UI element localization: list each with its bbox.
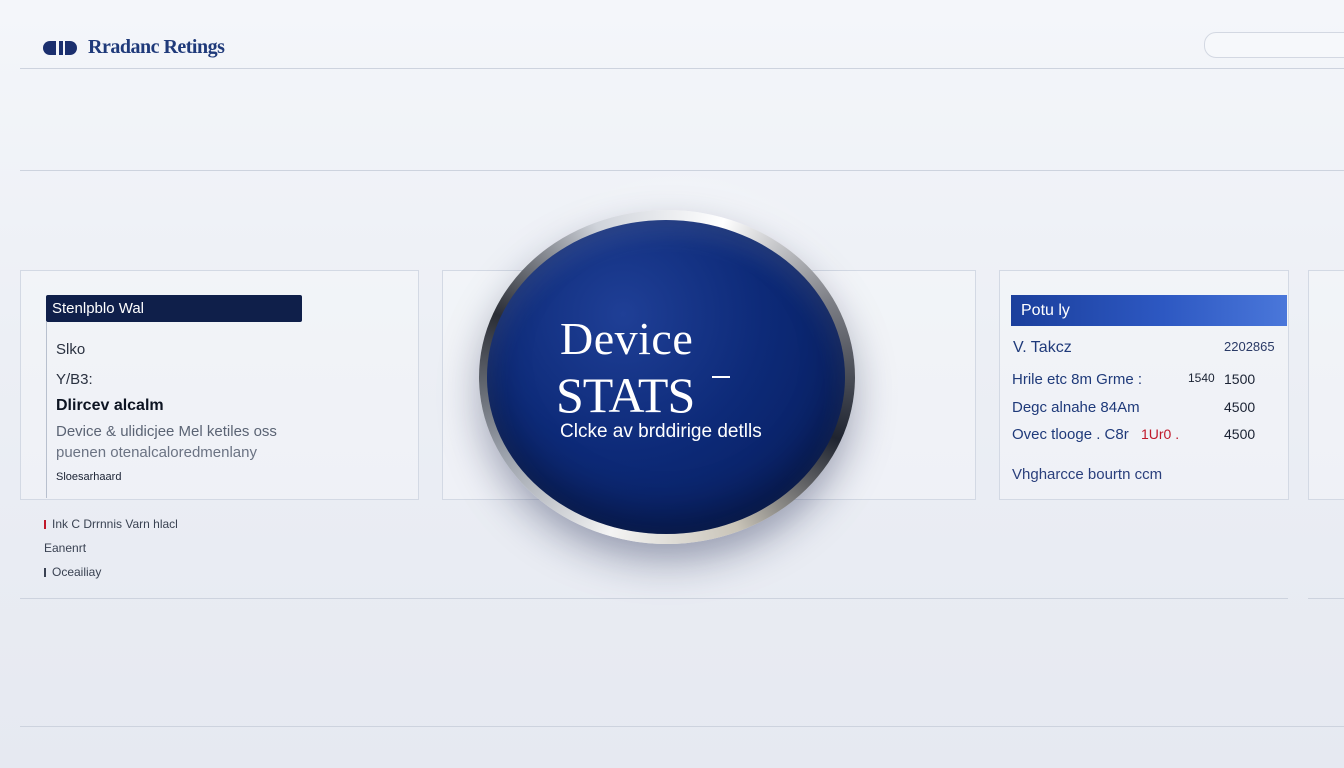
dash-mark xyxy=(712,376,730,378)
left-line-2: Y/B3: xyxy=(56,371,93,388)
stat-row-value: 4500 xyxy=(1224,399,1256,415)
stat-row-extra: 1540 xyxy=(1188,371,1215,385)
content-divider-right xyxy=(1308,598,1344,599)
stat-row-value: 4500 xyxy=(1224,426,1256,442)
right-panel-title: Potu ly xyxy=(1011,295,1287,326)
stat-row-label: Degc alnahe 84Am xyxy=(1012,399,1140,416)
marker-icon xyxy=(44,519,46,529)
stat-row-label: Hrile etc 8m Grme : xyxy=(1012,371,1143,388)
footer-divider xyxy=(20,726,1344,727)
brand[interactable]: Rradanc Retings xyxy=(42,36,225,59)
left-panel-rule xyxy=(46,322,47,498)
bottom-link-2[interactable]: Eanenrt xyxy=(44,541,86,555)
brand-name: Rradanc Retings xyxy=(88,36,225,58)
bottom-link-label: Ink C Drrnnis Varn hlacl xyxy=(52,517,178,531)
device-stats-subtitle: Clcke av brddirige detlls xyxy=(560,421,762,442)
stat-row-alert: 1Ur0 . xyxy=(1141,426,1180,442)
device-stats-title-2: STATS xyxy=(556,367,695,423)
left-panel-title: Stenlpblo Wal xyxy=(46,295,302,322)
bottom-link-3[interactable]: Oceailiay xyxy=(44,565,101,579)
marker-icon xyxy=(44,567,46,577)
edge-card xyxy=(1308,270,1344,500)
left-line-description: Device & ulidicjee Mel ketiles oss xyxy=(56,423,277,440)
brand-logo-icon xyxy=(43,40,77,55)
right-panel-footer-link[interactable]: Vhgharcce bourtn ccm xyxy=(1012,466,1162,483)
left-line-heading: Dlircev alcalm xyxy=(56,397,164,414)
right-header-label: V. Takcz xyxy=(1013,339,1072,356)
stat-row-value: 1500 xyxy=(1224,371,1256,387)
header-divider xyxy=(20,68,1344,69)
left-line-1: Slko xyxy=(56,341,86,358)
left-line-description-2: puenen otenalcaloredmenlany xyxy=(56,444,257,461)
search-input[interactable] xyxy=(1204,32,1344,58)
bottom-link-1[interactable]: Ink C Drrnnis Varn hlacl xyxy=(44,517,178,531)
stat-row-label: Ovec tlooge . C8r xyxy=(1012,426,1129,443)
device-stats-title: Device xyxy=(560,313,694,364)
bottom-link-label: Oceailiay xyxy=(52,565,102,579)
section-divider xyxy=(20,170,1344,171)
left-line-link[interactable]: Sloesarhaard xyxy=(56,471,121,483)
right-header-value: 2202865 xyxy=(1224,339,1275,354)
bottom-link-label: Eanenrt xyxy=(44,541,87,555)
content-divider xyxy=(20,598,1288,599)
